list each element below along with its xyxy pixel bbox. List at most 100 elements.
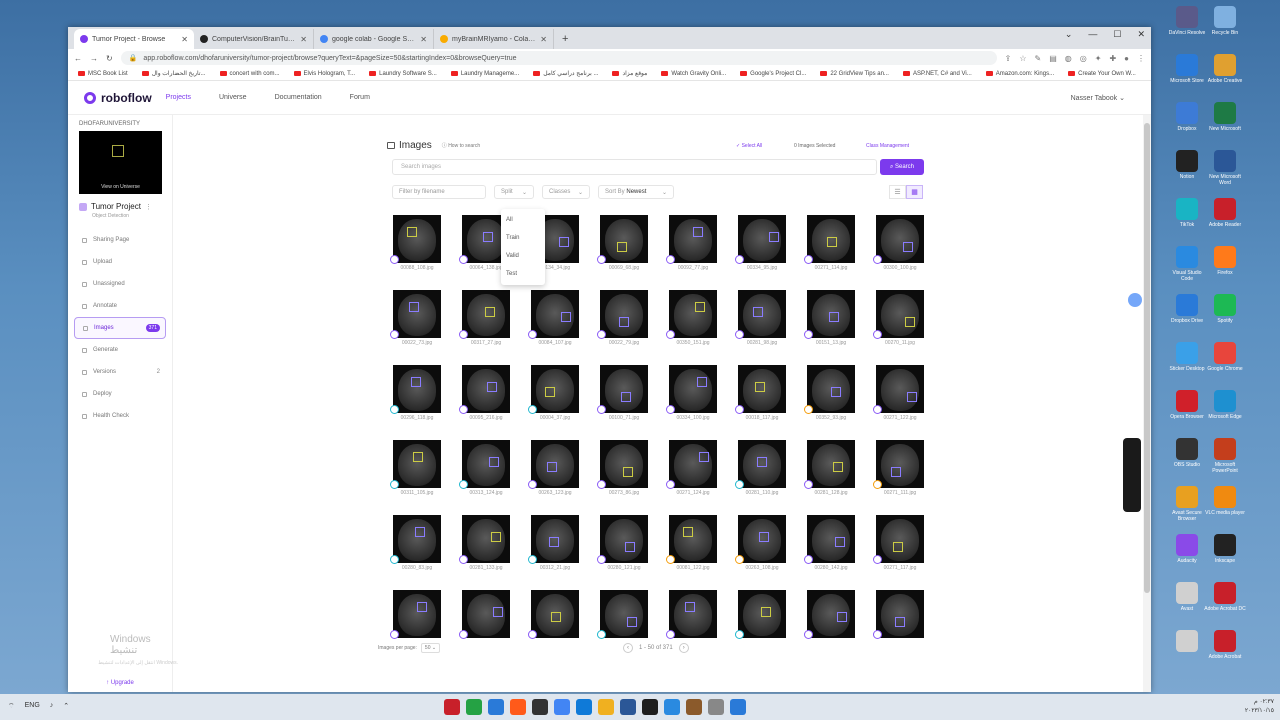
image-thumbnail[interactable]: [876, 290, 924, 338]
sidebar-item-deploy[interactable]: Deploy: [68, 383, 172, 405]
image-thumbnail[interactable]: [807, 590, 855, 638]
extension-icon[interactable]: ▤: [1049, 54, 1057, 63]
next-page-button[interactable]: ›: [678, 643, 689, 653]
desktop-icon[interactable]: Dropbox: [1166, 102, 1208, 132]
user-menu[interactable]: Nasser Tabook ⌄: [1071, 94, 1125, 102]
image-card[interactable]: 00334_100.jpg: [666, 365, 717, 423]
image-card[interactable]: 00350_151.jpg: [666, 290, 717, 348]
image-card[interactable]: [390, 590, 441, 648]
image-thumbnail[interactable]: [807, 365, 855, 413]
classes-select[interactable]: Classes ⌄: [542, 185, 590, 199]
image-card[interactable]: 00281_128.jpg: [804, 440, 855, 498]
image-thumbnail[interactable]: [738, 515, 786, 563]
taskbar-app-icon[interactable]: [444, 699, 460, 715]
image-thumbnail[interactable]: [807, 290, 855, 338]
image-thumbnail[interactable]: [393, 515, 441, 563]
image-thumbnail[interactable]: [738, 440, 786, 488]
image-card[interactable]: 00311_105.jpg: [390, 440, 441, 498]
image-thumbnail[interactable]: [462, 515, 510, 563]
image-thumbnail[interactable]: [876, 590, 924, 638]
class-management-link[interactable]: Class Management: [866, 143, 909, 149]
image-card[interactable]: 00263_123.jpg: [528, 440, 579, 498]
image-thumbnail[interactable]: [669, 290, 717, 338]
desktop-icon[interactable]: Dropbox Drive: [1166, 294, 1208, 324]
bookmark-item[interactable]: Google's Project Cl...: [740, 71, 806, 77]
desktop-icon[interactable]: Microsoft PowerPoint: [1204, 438, 1246, 474]
image-card[interactable]: 00300_100.jpg: [873, 215, 924, 273]
desktop-icon[interactable]: DaVinci Resolve: [1166, 6, 1208, 36]
image-thumbnail[interactable]: [738, 215, 786, 263]
image-card[interactable]: 00271_114.jpg: [804, 215, 855, 273]
search-button[interactable]: ⌕ Search: [880, 159, 924, 175]
image-card[interactable]: 00280_83.jpg: [390, 515, 441, 573]
image-card[interactable]: 00296_118.jpg: [390, 365, 441, 423]
sidebar-item-images[interactable]: Images 371: [74, 317, 166, 339]
image-thumbnail[interactable]: [531, 290, 579, 338]
image-thumbnail[interactable]: [600, 290, 648, 338]
image-card[interactable]: 00280_121.jpg: [597, 515, 648, 573]
image-card[interactable]: 00004_37.jpg: [528, 365, 579, 423]
upgrade-link[interactable]: ↑ Upgrade: [68, 680, 172, 686]
desktop-icon[interactable]: Notion: [1166, 150, 1208, 180]
split-option-all[interactable]: All: [501, 211, 545, 229]
image-thumbnail[interactable]: [531, 440, 579, 488]
image-card[interactable]: 00088_108.jpg: [390, 215, 441, 273]
image-thumbnail[interactable]: [669, 515, 717, 563]
taskbar-app-icon[interactable]: [466, 699, 482, 715]
taskbar-app-icon[interactable]: [510, 699, 526, 715]
scrollbar-thumb[interactable]: [1144, 123, 1150, 593]
bookmark-item[interactable]: ASP.NET, C# and Vi...: [902, 71, 972, 77]
desktop-icon[interactable]: Google Chrome: [1204, 342, 1246, 372]
image-card[interactable]: [459, 590, 510, 648]
bookmark-item[interactable]: Create Your Own W...: [1068, 71, 1136, 77]
wifi-icon[interactable]: ⌔: [8, 702, 15, 711]
filename-filter-input[interactable]: Filter by filename: [392, 185, 486, 199]
desktop-icon[interactable]: Audacity: [1166, 534, 1208, 564]
sidebar-item-sharing-page[interactable]: Sharing Page: [68, 229, 172, 251]
nav-documentation[interactable]: Documentation: [275, 94, 322, 101]
desktop-icon[interactable]: OBS Studio: [1166, 438, 1208, 468]
image-card[interactable]: 00022_73.jpg: [390, 290, 441, 348]
extension-icon[interactable]: ◎: [1080, 54, 1087, 63]
back-icon[interactable]: ←: [74, 54, 82, 63]
desktop-icon[interactable]: Adobe Acrobat: [1204, 630, 1246, 660]
taskbar-app-icon[interactable]: [620, 699, 636, 715]
image-card[interactable]: 00100_71.jpg: [597, 365, 648, 423]
desktop-icon[interactable]: VLC media player: [1204, 486, 1246, 516]
desktop-icon[interactable]: New Microsoft Word: [1204, 150, 1246, 186]
sidebar-item-annotate[interactable]: Annotate: [68, 295, 172, 317]
language-indicator[interactable]: ENG: [25, 702, 40, 711]
feedback-panel[interactable]: [1123, 438, 1141, 512]
image-card[interactable]: 00271_111.jpg: [873, 440, 924, 498]
taskbar-app-icon[interactable]: [708, 699, 724, 715]
image-card[interactable]: 00313_124.jpg: [459, 440, 510, 498]
image-thumbnail[interactable]: [669, 590, 717, 638]
image-thumbnail[interactable]: [393, 290, 441, 338]
taskbar-app-icon[interactable]: [554, 699, 570, 715]
desktop-icon[interactable]: Firefox: [1204, 246, 1246, 276]
image-card[interactable]: 00271_124.jpg: [666, 440, 717, 498]
close-window-button[interactable]: ✕: [1137, 29, 1145, 40]
floating-action-button[interactable]: [1128, 293, 1142, 307]
image-thumbnail[interactable]: [600, 215, 648, 263]
sidebar-item-health-check[interactable]: Health Check: [68, 405, 172, 427]
bookmark-item[interactable]: برنامج دراسي كامل ...: [533, 70, 598, 77]
how-to-search-link[interactable]: ⓘ How to search: [442, 142, 480, 149]
browser-tab[interactable]: myBrainMRIyamo - Colaborator✕: [434, 29, 554, 49]
browser-tab[interactable]: google colab - Google Search ✕: [314, 29, 434, 49]
image-thumbnail[interactable]: [669, 440, 717, 488]
bookmark-item[interactable]: Laundry Software S...: [369, 71, 437, 77]
image-card[interactable]: 00022_79.jpg: [597, 290, 648, 348]
scrollbar[interactable]: [1143, 115, 1151, 692]
image-thumbnail[interactable]: [531, 590, 579, 638]
browser-tab[interactable]: ComputerVision/BrainTumorPro... ✕: [194, 29, 314, 49]
image-thumbnail[interactable]: [807, 515, 855, 563]
image-card[interactable]: 00263_108.jpg: [735, 515, 786, 573]
split-option-train[interactable]: Train: [501, 229, 545, 247]
image-card[interactable]: 00280_142.jpg: [804, 515, 855, 573]
taskbar-app-icon[interactable]: [686, 699, 702, 715]
sidebar-item-generate[interactable]: Generate: [68, 339, 172, 361]
taskbar-app-icon[interactable]: [576, 699, 592, 715]
image-card[interactable]: 00081_122.jpg: [666, 515, 717, 573]
clock[interactable]: ٠٢:٣٧ م ٢٠٢٣/١٠/١٥: [1245, 698, 1274, 716]
